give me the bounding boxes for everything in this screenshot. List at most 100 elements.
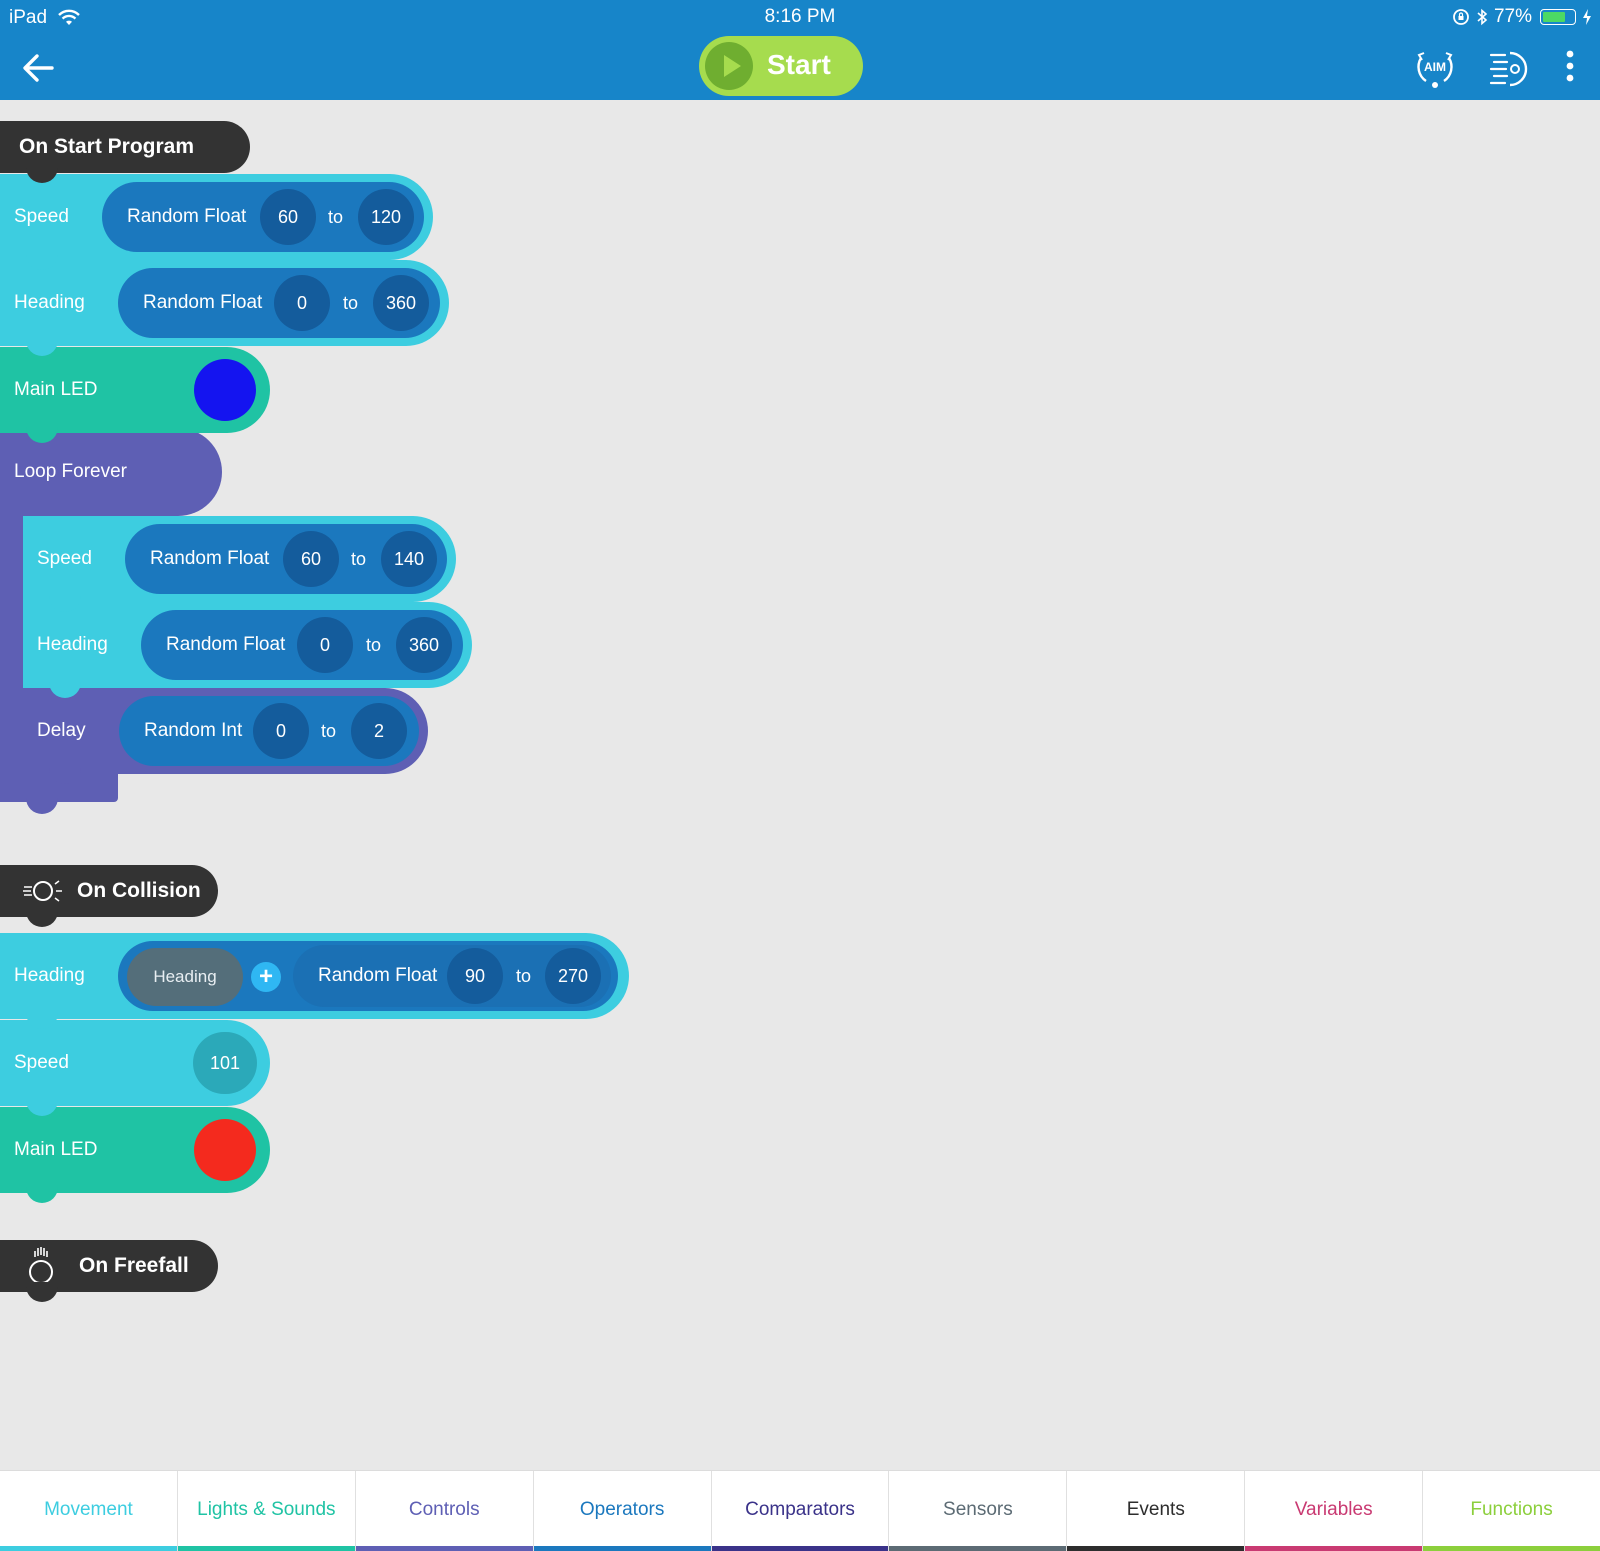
on-freefall-block[interactable]: On Freefall xyxy=(0,1240,218,1302)
tab-color-bar xyxy=(355,1546,533,1551)
tab-lights-sounds[interactable]: Lights & Sounds xyxy=(177,1471,356,1551)
battery-icon xyxy=(1540,9,1576,25)
loop-speed-block[interactable]: Speed Random Float 60 to 140 xyxy=(23,516,456,612)
random-float-block[interactable]: Random Float 60 to 140 xyxy=(125,524,447,594)
heading-block[interactable]: Heading Random Float 0 to 360 xyxy=(0,260,449,356)
main-led-label: Main LED xyxy=(14,1139,98,1160)
random-int-label: Random Int xyxy=(144,720,243,741)
random-float-block[interactable]: Random Float 60 to 120 xyxy=(102,182,424,252)
heading-label: Heading xyxy=(14,965,85,986)
speed-block[interactable]: Speed Random Float 60 to 120 xyxy=(0,174,433,270)
max-value-input[interactable]: 270 xyxy=(545,948,601,1004)
tab-label: Variables xyxy=(1294,1499,1373,1520)
program-list-button[interactable] xyxy=(1485,44,1531,95)
block-connector xyxy=(26,792,58,814)
tab-events[interactable]: Events xyxy=(1067,1471,1246,1551)
max-value-input[interactable]: 140 xyxy=(381,531,437,587)
tab-operators[interactable]: Operators xyxy=(533,1471,712,1551)
speed-label: Speed xyxy=(37,548,92,569)
to-label: to xyxy=(328,207,344,227)
tab-comparators[interactable]: Comparators xyxy=(711,1471,890,1551)
tab-controls[interactable]: Controls xyxy=(355,1471,534,1551)
random-float-block[interactable]: Random Float 0 to 360 xyxy=(118,268,440,338)
random-float-label: Random Float xyxy=(150,548,270,569)
block-connector xyxy=(26,1183,58,1203)
tab-color-bar xyxy=(533,1546,711,1551)
orientation-lock-icon xyxy=(1453,9,1469,25)
random-float-label: Random Float xyxy=(318,965,438,986)
tab-label: Lights & Sounds xyxy=(197,1499,336,1520)
max-value-input[interactable]: 120 xyxy=(358,189,414,245)
tab-label: Functions xyxy=(1470,1499,1553,1520)
toolbar: Start AIM xyxy=(0,36,1600,100)
tab-label: Operators xyxy=(579,1499,665,1520)
charging-icon xyxy=(1583,9,1591,25)
random-float-block[interactable]: Random Float 90 to 270 xyxy=(293,945,611,1007)
max-value-input[interactable]: 2 xyxy=(351,703,407,759)
collision-icon xyxy=(23,880,62,902)
min-value-input[interactable]: 0 xyxy=(274,275,330,331)
loop-forever-label: Loop Forever xyxy=(14,461,128,482)
clock: 8:16 PM xyxy=(764,6,836,27)
category-tab-bar: Movement Lights & Sounds Controls Operators… xyxy=(0,1470,1600,1551)
min-value-input[interactable]: 90 xyxy=(447,948,503,1004)
loop-forever-arm xyxy=(0,510,24,802)
max-value-input[interactable]: 360 xyxy=(373,275,429,331)
speed-value-input[interactable]: 101 xyxy=(193,1032,257,1094)
on-start-program-block[interactable]: On Start Program xyxy=(0,121,250,183)
heading-sensor-value[interactable]: Heading xyxy=(127,948,243,1006)
battery-percent: 77% xyxy=(1493,6,1532,27)
aim-button[interactable]: AIM xyxy=(1412,44,1458,95)
start-button[interactable]: Start xyxy=(699,36,863,96)
more-options-button[interactable] xyxy=(1560,48,1580,93)
tab-label: Movement xyxy=(44,1499,133,1520)
loop-heading-block[interactable]: Heading Random Float 0 to 360 xyxy=(23,602,472,698)
more-vertical-icon xyxy=(1566,50,1574,82)
random-float-label: Random Float xyxy=(143,292,263,313)
min-value-input[interactable]: 0 xyxy=(297,617,353,673)
delay-block[interactable]: Delay Random Int 0 to 2 xyxy=(23,688,428,784)
min-value-input[interactable]: 60 xyxy=(283,531,339,587)
to-label: to xyxy=(351,549,367,569)
min-value-input[interactable]: 60 xyxy=(260,189,316,245)
tab-movement[interactable]: Movement xyxy=(0,1471,178,1551)
back-button[interactable] xyxy=(18,48,58,88)
add-operator-block[interactable]: Heading + Random Float 90 to 270 xyxy=(118,941,618,1011)
to-label: to xyxy=(366,635,382,655)
collision-main-led-block[interactable]: Main LED xyxy=(0,1107,270,1203)
loop-forever-block[interactable]: Loop Forever xyxy=(0,428,222,516)
program-list-icon xyxy=(1489,51,1528,87)
aim-label: AIM xyxy=(1424,60,1446,74)
on-collision-block[interactable]: On Collision xyxy=(0,865,218,927)
tab-sensors[interactable]: Sensors xyxy=(889,1471,1068,1551)
block-connector xyxy=(26,907,58,927)
battery-level xyxy=(1543,12,1566,22)
delay-label: Delay xyxy=(37,720,86,741)
max-value-input[interactable]: 360 xyxy=(396,617,452,673)
min-value-input[interactable]: 0 xyxy=(253,703,309,759)
main-led-block[interactable]: Main LED xyxy=(0,347,270,443)
tab-label: Events xyxy=(1126,1499,1185,1520)
tab-functions[interactable]: Functions xyxy=(1423,1471,1600,1551)
on-collision-label: On Collision xyxy=(77,879,201,902)
random-float-label: Random Float xyxy=(166,634,286,655)
led-color-picker[interactable] xyxy=(194,359,256,421)
tab-variables[interactable]: Variables xyxy=(1245,1471,1424,1551)
speed-label: Speed xyxy=(14,206,69,227)
program-canvas[interactable]: On Start Program Speed Random Float 60 t… xyxy=(0,100,1600,1470)
collision-speed-block[interactable]: Speed 101 xyxy=(0,1020,270,1116)
plus-operator[interactable]: + xyxy=(251,962,281,992)
led-color-picker[interactable] xyxy=(194,1119,256,1181)
random-float-block[interactable]: Random Float 0 to 360 xyxy=(141,610,463,680)
tab-color-bar xyxy=(0,1546,177,1551)
tab-color-bar xyxy=(1423,1546,1600,1551)
main-led-label: Main LED xyxy=(14,379,98,400)
tab-label: Sensors xyxy=(943,1499,1013,1520)
to-label: to xyxy=(343,293,359,313)
random-int-block[interactable]: Random Int 0 to 2 xyxy=(119,696,419,766)
tab-color-bar xyxy=(1067,1546,1245,1551)
tab-color-bar xyxy=(177,1546,355,1551)
collision-heading-block[interactable]: Heading Heading + Random Float 90 to 270 xyxy=(0,933,629,1029)
heading-label: Heading xyxy=(37,634,108,655)
random-float-label: Random Float xyxy=(127,206,247,227)
